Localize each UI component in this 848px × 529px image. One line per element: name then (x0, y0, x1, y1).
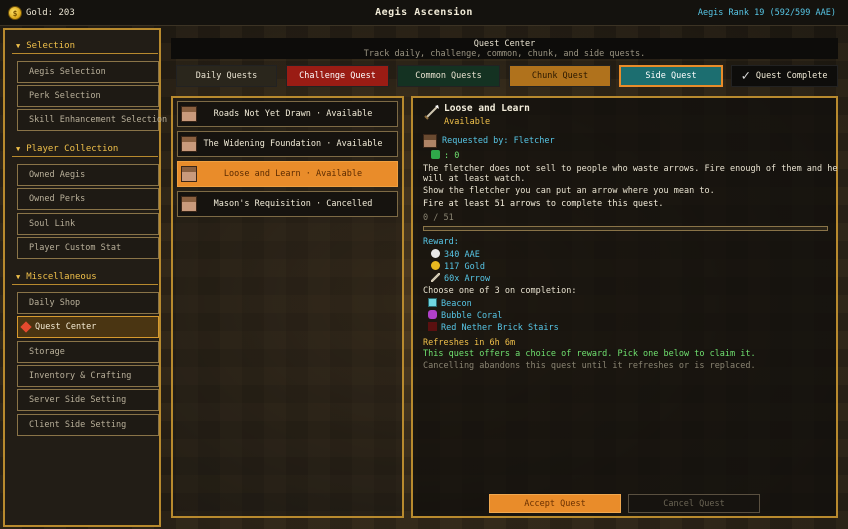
tab-common-quests[interactable]: Common Quests (397, 65, 500, 87)
sidebar: ▼ Selection Aegis Selection Perk Selecti… (3, 28, 167, 527)
section-player-collection[interactable]: ▼ Player Collection (12, 141, 158, 157)
tab-daily-quests[interactable]: Daily Quests (176, 65, 277, 87)
quest-row[interactable]: The Widening Foundation · Available (177, 131, 398, 157)
page-title: Quest Center (473, 39, 536, 49)
requested-by: Requested by: Fletcher (442, 136, 555, 146)
reward-choice[interactable]: Red Nether Brick Stairs (428, 322, 559, 333)
sidebar-item-soul-link[interactable]: Soul Link (17, 213, 159, 235)
emerald-count: : 0 (431, 150, 459, 161)
quest-row-label: Loose and Learn · Available (223, 169, 363, 179)
sidebar-item-client-side-setting[interactable]: Client Side Setting (17, 414, 159, 436)
reward-value: 117 Gold (444, 262, 485, 272)
sidebar-item-quest-center[interactable]: Quest Center (17, 316, 159, 338)
villager-face-icon (181, 136, 197, 152)
reward-value: 60x Arrow (444, 274, 491, 284)
quest-status: Available (444, 117, 491, 127)
quest-objective: Fire at least 51 arrows to complete this… (423, 199, 664, 209)
sidebar-item-owned-perks[interactable]: Owned Perks (17, 188, 159, 210)
choice-label: Beacon (441, 299, 472, 309)
sidebar-item-aegis-selection[interactable]: Aegis Selection (17, 61, 159, 83)
description-line: The fletcher does not sell to people who… (423, 164, 838, 174)
choice-label: Red Nether Brick Stairs (441, 323, 559, 333)
aegis-rank: Aegis Rank 19 (592/599 AAE) (697, 8, 836, 18)
reward-item: 117 Gold (431, 261, 485, 272)
quest-row-label: Mason's Requisition · Cancelled (213, 199, 373, 209)
sidebar-item-player-custom-stat[interactable]: Player Custom Stat (17, 237, 159, 259)
choice-label: Bubble Coral (441, 311, 503, 321)
beacon-icon (428, 298, 437, 307)
tab-chunk-quest[interactable]: Chunk Quest (509, 65, 611, 87)
villager-face-icon (181, 196, 197, 212)
section-heading: Player Collection (26, 143, 119, 154)
sidebar-item-daily-shop[interactable]: Daily Shop (17, 292, 159, 314)
page-subtitle: Track daily, challenge, common, chunk, a… (363, 49, 646, 59)
quest-row-label: Roads Not Yet Drawn · Available (213, 109, 373, 119)
caret-down-icon: ▼ (16, 144, 21, 153)
tab-quest-complete[interactable]: ✓ Quest Complete (731, 65, 838, 87)
sidebar-item-perk-selection[interactable]: Perk Selection (17, 85, 159, 107)
gold-coin-icon (431, 261, 440, 270)
accept-quest-button[interactable]: Accept Quest (489, 494, 621, 513)
quest-row[interactable]: Roads Not Yet Drawn · Available (177, 101, 398, 127)
top-bar: $ Gold: 203 Aegis Ascension Aegis Rank 1… (0, 0, 848, 26)
progress-text: 0 / 51 (423, 213, 454, 223)
reward-item: 60x Arrow (431, 273, 490, 284)
refresh-timer: Refreshes in 6h 6m (423, 338, 516, 348)
offer-note: This quest offers a choice of reward. Pi… (423, 349, 756, 359)
checkmark-icon: ✓ (741, 68, 750, 84)
sidebar-item-label: Quest Center (35, 322, 97, 332)
quest-name: Loose and Learn (444, 103, 530, 114)
section-heading: Miscellaneous (26, 271, 97, 282)
villager-face-icon (181, 166, 197, 182)
quest-row-selected[interactable]: Loose and Learn · Available (177, 161, 398, 187)
active-marker-icon (20, 321, 32, 333)
description-line: Show the fletcher you can put an arrow w… (423, 186, 715, 196)
emerald-icon (431, 150, 440, 159)
tab-challenge-quest[interactable]: Challenge Quest (286, 65, 389, 87)
tab-label: Quest Complete (755, 71, 828, 81)
description-line: will at least watch. (423, 174, 526, 184)
sidebar-item-skill-enhancement[interactable]: Skill Enhancement Selection (17, 109, 167, 131)
reward-item: 340 AAE (431, 249, 480, 260)
bubble-coral-icon (428, 310, 437, 319)
villager-face-icon (181, 106, 197, 122)
quest-list: Roads Not Yet Drawn · Available The Wide… (171, 96, 404, 518)
sidebar-item-storage[interactable]: Storage (17, 341, 159, 363)
reward-choice[interactable]: Beacon (428, 298, 472, 309)
caret-down-icon: ▼ (16, 272, 21, 281)
caret-down-icon: ▼ (16, 41, 21, 50)
cancel-note: Cancelling abandons this quest until it … (423, 361, 756, 371)
emerald-count-value: : 0 (444, 151, 460, 161)
quest-center-header: Quest Center Track daily, challenge, com… (171, 38, 838, 59)
reward-value: 340 AAE (444, 250, 480, 260)
reward-label: Reward: (423, 237, 459, 247)
choose-label: Choose one of 3 on completion: (423, 286, 577, 296)
arrow-icon (431, 273, 440, 282)
section-miscellaneous[interactable]: ▼ Miscellaneous (12, 269, 158, 285)
villager-face-icon (423, 134, 437, 148)
quest-row[interactable]: Mason's Requisition · Cancelled (177, 191, 398, 217)
reward-choice[interactable]: Bubble Coral (428, 310, 502, 321)
nether-brick-stairs-icon (428, 322, 437, 331)
section-heading: Selection (26, 40, 75, 51)
sidebar-item-inventory-crafting[interactable]: Inventory & Crafting (17, 365, 159, 387)
quest-detail-panel: Loose and Learn Available Requested by: … (411, 96, 838, 518)
arrow-icon (424, 105, 439, 120)
progress-bar (423, 226, 828, 231)
tab-side-quest[interactable]: Side Quest (619, 65, 723, 87)
aae-orb-icon (431, 249, 440, 258)
cancel-quest-button[interactable]: Cancel Quest (628, 494, 760, 513)
quest-row-label: The Widening Foundation · Available (203, 139, 383, 149)
sidebar-item-server-side-setting[interactable]: Server Side Setting (17, 389, 159, 411)
sidebar-item-owned-aegis[interactable]: Owned Aegis (17, 164, 159, 186)
section-selection[interactable]: ▼ Selection (12, 38, 158, 54)
